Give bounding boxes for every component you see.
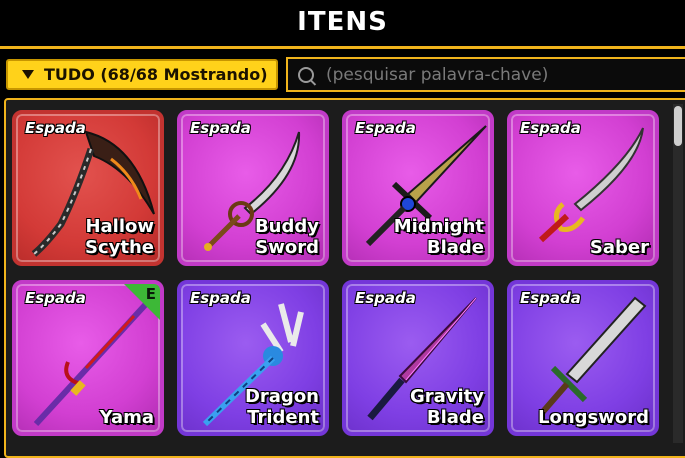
item-card-gravity-blade[interactable]: Espada Gravity Blade <box>342 280 494 436</box>
scrollbar-thumb[interactable] <box>674 106 682 146</box>
title-bar: ITENS <box>0 0 685 46</box>
item-card-dragon-trident[interactable]: Espada Dragon Trident <box>177 280 329 436</box>
item-type-label: Espada <box>25 289 86 307</box>
item-name-label: Dragon Trident <box>244 386 319 428</box>
item-name-label: Midnight Blade <box>393 216 484 258</box>
search-icon <box>298 66 314 83</box>
title-divider <box>0 46 685 49</box>
search-input[interactable] <box>326 64 666 85</box>
item-card-hallow-scythe[interactable]: Espada Hallow Scythe <box>12 110 164 266</box>
filter-dropdown-button[interactable]: TUDO (68/68 Mostrando) <box>6 59 278 90</box>
item-type-label: Espada <box>520 119 581 137</box>
item-name-label: Longsword <box>537 407 649 428</box>
filter-label: TUDO (68/68 Mostrando) <box>44 65 268 84</box>
item-name-label: Hallow Scythe <box>85 216 154 258</box>
item-card-saber[interactable]: Espada Saber <box>507 110 659 266</box>
equipped-badge-label: E <box>145 285 156 303</box>
scrollbar-track[interactable] <box>673 104 683 443</box>
item-name-label: Saber <box>589 237 649 258</box>
item-type-label: Espada <box>190 119 251 137</box>
item-type-label: Espada <box>355 289 416 307</box>
page-title: ITENS <box>297 7 388 37</box>
item-name-label: Gravity Blade <box>409 386 484 428</box>
search-box[interactable] <box>286 57 685 92</box>
item-type-label: Espada <box>520 289 581 307</box>
item-type-label: Espada <box>355 119 416 137</box>
item-card-buddy-sword[interactable]: Espada Buddy Sword <box>177 110 329 266</box>
item-name-label: Yama <box>99 407 154 428</box>
item-name-label: Buddy Sword <box>254 216 319 258</box>
equipped-badge <box>122 284 160 322</box>
item-card-yama[interactable]: E Espada Yama <box>12 280 164 436</box>
item-type-label: Espada <box>190 289 251 307</box>
item-card-longsword[interactable]: Espada Longsword <box>507 280 659 436</box>
caret-down-icon <box>22 70 34 79</box>
item-type-label: Espada <box>25 119 86 137</box>
item-card-midnight-blade[interactable]: Espada Midnight Blade <box>342 110 494 266</box>
